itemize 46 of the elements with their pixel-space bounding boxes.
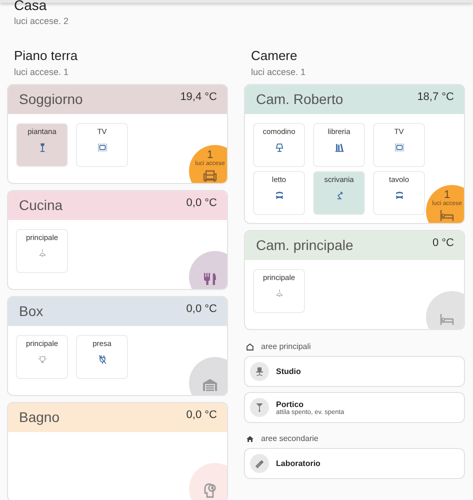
lights-summary: luci accese. 1: [250, 67, 307, 77]
room-name: Box: [19, 303, 44, 319]
temperature: 0,0 °C: [186, 303, 217, 315]
books-icon: [334, 142, 344, 153]
strip-icon: [394, 190, 404, 201]
area-row[interactable]: Studio: [244, 356, 465, 387]
tv-icon: [96, 142, 108, 153]
group-title: aree secondarie: [261, 434, 318, 443]
bed-icon: [439, 207, 455, 223]
bulb-icon: [36, 354, 48, 365]
room-card[interactable]: Bagno 0,0 °C: [7, 402, 228, 500]
section-title: Piano terra: [13, 48, 79, 64]
bed-icon: [439, 311, 455, 327]
house-icon: [246, 342, 254, 350]
room-name: Cucina: [19, 197, 63, 213]
lights-count: 1: [206, 150, 214, 161]
section-title: Camere: [250, 48, 298, 64]
plug-off-icon: [96, 354, 108, 365]
pendant-lamp-icon: [254, 402, 265, 413]
lights-count: 1: [444, 190, 450, 201]
room-name: Cam. principale: [256, 237, 354, 253]
garage-icon: [202, 377, 218, 393]
area-name: Portico: [276, 400, 305, 408]
room-name: Bagno: [19, 409, 60, 425]
chair-icon: [254, 366, 265, 377]
ceiling-light-icon: [274, 288, 284, 299]
temperature: 0,0 °C: [186, 409, 217, 421]
ceiling-light-icon: [36, 248, 48, 259]
room-name: Soggiorno: [19, 91, 83, 107]
area-name: Laboratorio: [276, 459, 320, 468]
area-row[interactable]: Laboratorio: [244, 448, 465, 479]
lights-summary: luci accese. 2: [14, 16, 70, 26]
temperature: 18,7 °C: [417, 91, 454, 103]
page-title: Casa: [14, 0, 48, 13]
tv-icon: [394, 142, 404, 153]
temperature: 0 °C: [432, 237, 454, 249]
strip-icon: [274, 190, 284, 201]
group-title: aree principali: [261, 342, 311, 351]
house-icon: [246, 434, 254, 442]
area-name: Studio: [276, 367, 301, 376]
room-name: Cam. Roberto: [256, 91, 344, 107]
lights-summary: luci accese. 1: [13, 67, 70, 77]
temperature: 0,0 °C: [186, 197, 217, 209]
table-lamp-icon: [274, 142, 284, 153]
cutlery-icon: [202, 271, 218, 287]
temperature: 19,4 °C: [180, 91, 217, 103]
